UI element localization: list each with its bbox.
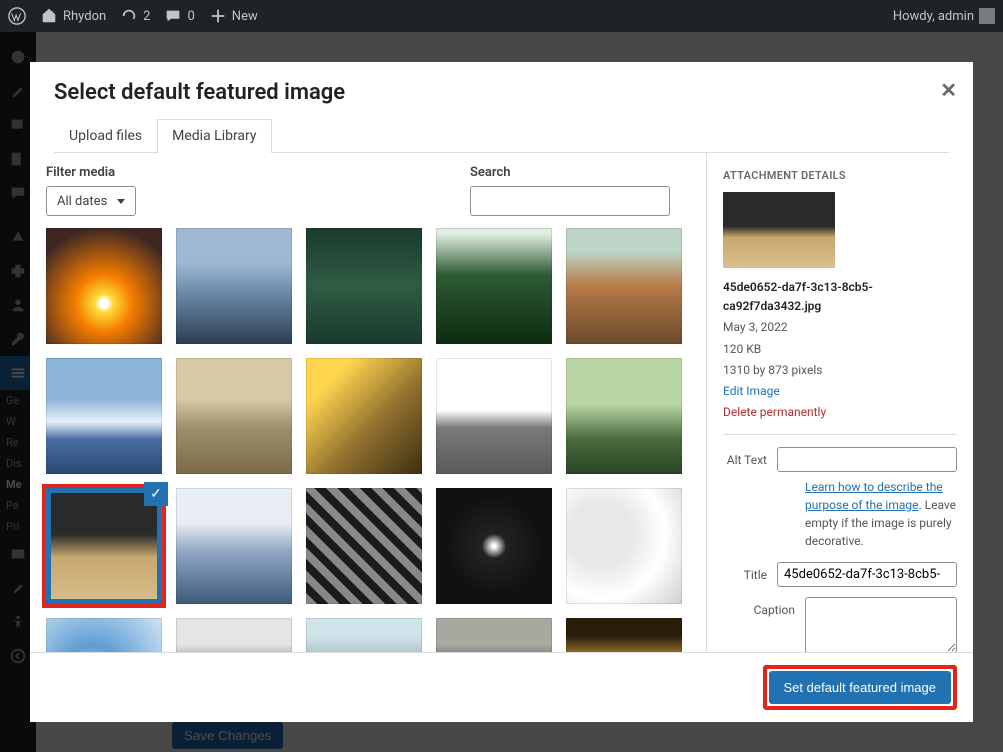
alt-text-label: Alt Text [723,447,767,467]
filter-date-value: All dates [57,194,107,209]
media-grid: ✓ [46,228,690,652]
filter-media-label: Filter media [46,165,136,180]
caption-label: Caption [723,597,795,617]
media-thumb[interactable] [436,618,552,652]
media-thumb[interactable] [46,618,162,652]
delete-link[interactable]: Delete permanently [723,405,826,419]
details-dimensions: 1310 by 873 pixels [723,361,957,380]
media-modal: ✕ Select default featured image Upload f… [30,62,973,722]
media-thumb-selected[interactable]: ✓ [46,488,162,604]
media-thumb[interactable] [176,618,292,652]
updates-count: 2 [143,9,150,24]
details-heading: ATTACHMENT DETAILS [723,169,957,182]
new-link[interactable]: New [209,7,258,25]
media-thumb[interactable] [566,618,682,652]
media-thumb[interactable] [46,228,162,344]
updates-link[interactable]: 2 [120,7,150,25]
attachment-details: ATTACHMENT DETAILS 45de0652-da7f-3c13-8c… [706,153,973,652]
new-label: New [232,9,258,24]
set-featured-image-button[interactable]: Set default featured image [769,671,952,704]
close-icon[interactable]: ✕ [940,78,957,102]
media-thumb[interactable] [176,488,292,604]
media-thumb[interactable] [566,488,682,604]
media-thumb[interactable] [436,228,552,344]
avatar [979,8,995,24]
admin-bar: Rhydon 2 0 New Howdy, admin [0,0,1003,32]
search-input[interactable] [470,186,670,216]
edit-image-link[interactable]: Edit Image [723,384,780,398]
caption-input[interactable] [805,597,957,652]
account-link[interactable]: Howdy, admin [893,8,995,24]
filter-date-select[interactable]: All dates [46,186,136,216]
comments-link[interactable]: 0 [164,7,194,25]
title-label: Title [723,562,767,582]
details-size: 120 KB [723,340,957,359]
media-thumb[interactable] [306,228,422,344]
media-thumb[interactable] [306,358,422,474]
details-date: May 3, 2022 [723,318,957,337]
comments-count: 0 [187,9,194,24]
media-thumb[interactable] [46,358,162,474]
modal-title: Select default featured image [54,80,949,105]
greeting: Howdy, admin [893,9,974,24]
search-label: Search [470,165,670,180]
media-main: Filter media All dates Search [30,153,706,652]
wp-logo[interactable] [8,7,26,25]
media-thumb[interactable] [306,618,422,652]
media-thumb[interactable] [176,358,292,474]
site-name: Rhydon [63,9,106,24]
modal-footer: Set default featured image [30,652,973,722]
media-thumb[interactable] [436,488,552,604]
alt-text-input[interactable] [777,447,957,472]
details-filename: 45de0652-da7f-3c13-8cb5-ca92f7da3432.jpg [723,278,957,316]
media-thumb[interactable] [566,358,682,474]
modal-backdrop: ✕ Select default featured image Upload f… [0,32,1003,752]
alt-help-text: Learn how to describe the purpose of the… [805,478,957,550]
site-link[interactable]: Rhydon [40,7,106,25]
media-thumb[interactable] [566,228,682,344]
check-icon: ✓ [144,482,168,506]
title-input[interactable] [777,562,957,587]
details-thumbnail [723,192,835,268]
media-thumb[interactable] [306,488,422,604]
tab-upload[interactable]: Upload files [54,119,157,152]
media-thumb[interactable] [436,358,552,474]
tab-library[interactable]: Media Library [157,119,271,153]
media-thumb[interactable] [176,228,292,344]
tabs: Upload files Media Library [54,119,949,153]
